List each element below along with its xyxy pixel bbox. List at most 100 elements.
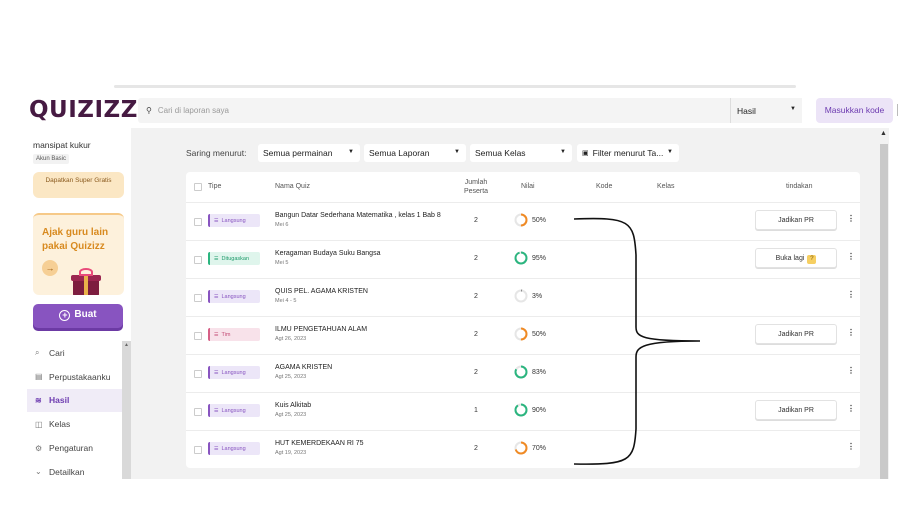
sidebar-item-label: Cari [49,347,65,358]
row-checkbox[interactable] [194,256,202,264]
header-participants[interactable]: Jumlah Peserta [461,178,491,196]
quiz-date: Mei 6 [275,222,289,228]
class-filter[interactable]: Semua Kelas ▼ [470,144,572,162]
table-row[interactable]: ☰ Ditugaskan Keragaman Budaya Suku Bangsa M… [186,240,860,278]
quiz-type-label: Langsung [221,369,246,376]
plus-icon: + [59,310,71,321]
row-checkbox[interactable] [194,218,202,226]
chevron-down-icon: ▼ [454,149,460,155]
classes-icon: ◫ [35,419,43,429]
results-icon: ≋ [35,395,42,405]
more-options-icon[interactable]: ⋮ [847,366,855,375]
sidebar-item-cari[interactable]: ⌕ Cari [27,341,131,365]
row-checkbox[interactable] [194,408,202,416]
sidebar-item-kelas[interactable]: ◫ Kelas [27,412,131,436]
enter-code-button[interactable]: Masukkan kode [816,98,893,123]
header-participants-line1: Jumlah [464,179,488,186]
invite-card[interactable]: Ajak guru lain pakai Quizizz → [33,213,124,295]
sidebar-item-label: Perpustakaanku [49,371,111,382]
table-row[interactable]: ☰ Langsung QUIS PEL. AGAMA KRISTEN Mei 4 - … [186,278,860,316]
score-value: 3% [532,293,543,300]
score-value: 70% [532,445,547,452]
sidebar-item-label: Pengaturan [49,443,93,454]
table-row[interactable]: ☰ Tim ILMU PENGETAHUAN ALAM Agt 26, 2023 2 50… [186,316,860,354]
invite-text: Ajak guru lain pakai Quizizz [42,227,109,252]
more-options-icon[interactable]: ⋮ [847,290,855,299]
table-row[interactable]: ☰ Langsung AGAMA KRISTEN Agt 25, 2023 2 83% ⋮ [186,354,860,392]
more-options-icon[interactable]: ⋮ [847,328,855,337]
scroll-up-icon[interactable]: ▲ [880,130,887,137]
row-checkbox[interactable] [194,332,202,340]
scroll-up-icon[interactable]: ▲ [124,342,129,348]
row-action-button[interactable]: Jadikan PR [755,400,837,420]
quiz-name[interactable]: Kuis Alkitab [275,402,311,409]
participant-count: 2 [474,445,478,452]
table-row[interactable]: ☰ Langsung Kuis Alkitab Agt 25, 2023 1 90% Jad… [186,392,860,430]
search-bar[interactable]: ⚲ Cari di laporan saya [138,98,730,123]
quiz-name[interactable]: AGAMA KRISTEN [275,364,332,371]
row-action-label: Jadikan PR [778,217,814,224]
row-checkbox[interactable] [194,446,202,454]
chevron-down-icon: ▼ [348,149,354,155]
account-type-badge: Akun Basic [33,154,70,164]
quiz-name[interactable]: QUIS PEL. AGAMA KRISTEN [275,288,368,295]
sidebar-item-perpustakaanku[interactable]: ▤ Perpustakaanku [27,365,131,389]
game-filter[interactable]: Semua permainan ▼ [258,144,360,162]
date-filter[interactable]: ▣ Filter menurut Ta... ▼ [577,144,679,162]
score-value: 90% [532,407,547,414]
participant-count: 2 [474,369,478,376]
sidebar-item-detailkan[interactable]: ⌄ Detailkan [27,460,131,484]
participant-count: 2 [474,331,478,338]
sidebar: QUIZIZZ mansipat kukur Akun Basic Dapatk… [27,94,137,479]
quiz-date: Mei 4 - 5 [275,298,297,304]
participant-count: 2 [474,293,478,300]
list-icon: ☰ [214,255,219,262]
more-options-icon[interactable]: ⋮ [847,404,855,413]
score-value: 50% [532,217,547,224]
sidebar-item-pengaturan[interactable]: ⚙ Pengaturan [27,436,131,460]
participant-count: 2 [474,255,478,262]
table-row[interactable]: ☰ Langsung HUT KEMERDEKAAN RI 75 Agt 19, 20… [186,430,860,468]
quizizz-logo[interactable]: QUIZIZZ [29,97,138,123]
quiz-name[interactable]: Keragaman Budaya Suku Bangsa [275,250,380,257]
chevron-down-icon: ▼ [560,149,566,155]
sidebar-item-hasil[interactable]: ≋ Hasil [27,388,131,413]
score-ring [514,365,528,379]
arrow-right-icon[interactable]: → [42,260,58,276]
date-filter-value: Filter menurut Ta... [592,148,664,158]
header-class: Kelas [657,183,675,190]
search-icon: ⌕ [35,347,40,357]
main-scrollbar[interactable]: ▲ [879,128,889,479]
upgrade-button[interactable]: Dapatkan Super Gratis [33,172,124,198]
header-type[interactable]: Tipe [208,183,221,190]
score-ring [514,251,528,265]
more-options-icon[interactable]: ⋮ [847,442,855,451]
sidebar-scrollbar[interactable]: ▲ [122,341,131,479]
more-options-icon[interactable]: ⋮ [847,252,855,261]
row-action-button[interactable]: Buka lagi? [755,248,837,268]
row-checkbox[interactable] [194,294,202,302]
header-name[interactable]: Nama Quiz [275,183,310,190]
quiz-name[interactable]: HUT KEMERDEKAAN RI 75 [275,440,364,447]
class-filter-value: Semua Kelas [475,148,526,158]
create-button[interactable]: + Buat [33,304,123,328]
quiz-name[interactable]: ILMU PENGETAHUAN ALAM [275,326,367,333]
gift-icon [71,268,101,295]
header-score[interactable]: Nilai [521,183,535,190]
report-filter[interactable]: Semua Laporan ▼ [364,144,466,162]
calendar-icon: ▣ [582,150,589,157]
search-input[interactable]: Cari di laporan saya [158,106,229,115]
table-row[interactable]: ☰ Langsung Bangun Datar Sederhana Matemati… [186,202,860,240]
filter-label: Saring menurut: [186,148,247,158]
score-ring [514,441,528,455]
scope-select[interactable]: Hasil ▼ [730,98,802,123]
row-checkbox[interactable] [194,370,202,378]
sidebar-item-label: Hasil [49,395,70,406]
more-options-icon[interactable]: ⋮ [847,214,855,223]
row-action-button[interactable]: Jadikan PR [755,210,837,230]
library-icon: ▤ [35,372,43,382]
scroll-thumb[interactable] [880,144,888,479]
row-action-button[interactable]: Jadikan PR [755,324,837,344]
select-all-checkbox[interactable] [194,183,202,191]
quiz-name[interactable]: Bangun Datar Sederhana Matematika , kela… [275,212,441,219]
